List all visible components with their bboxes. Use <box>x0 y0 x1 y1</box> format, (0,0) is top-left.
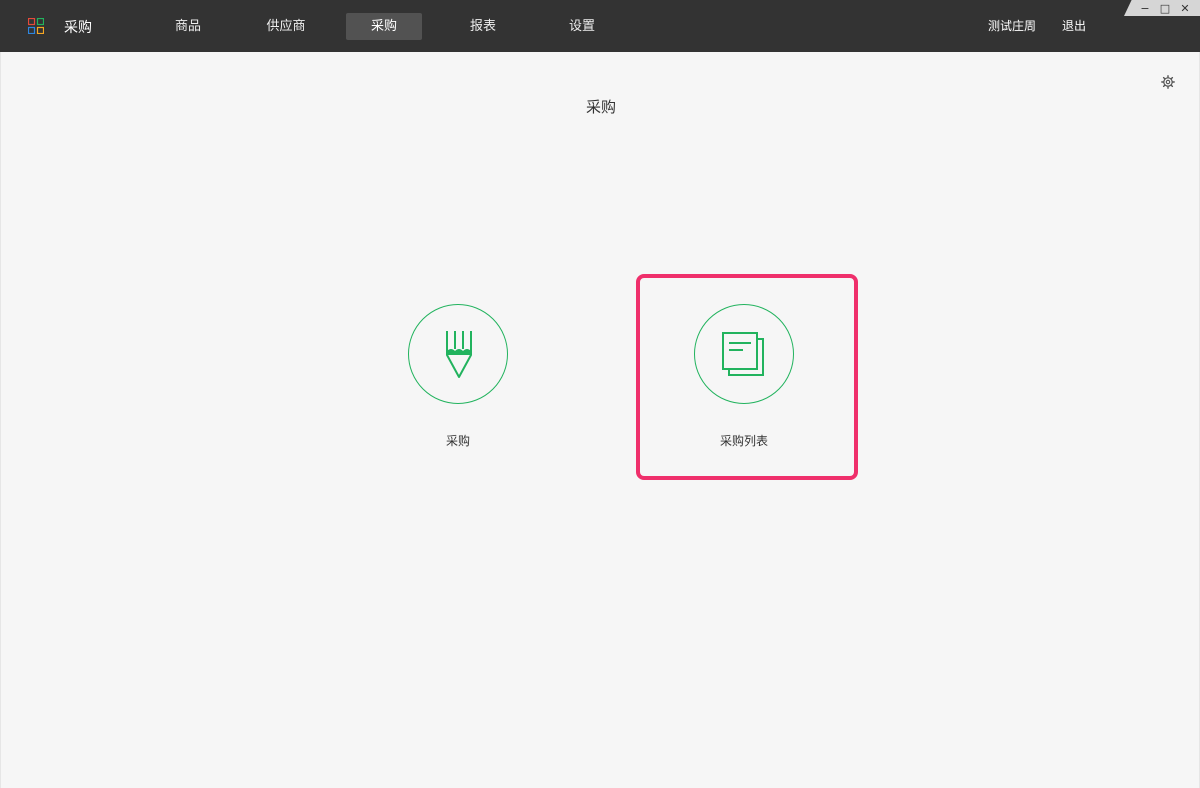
minimize-button[interactable]: − <box>1138 1 1152 15</box>
page-title: 采购 <box>585 98 616 116</box>
nav-item-purchase[interactable]: 采购 <box>346 13 422 40</box>
purchase-card-circle <box>408 304 508 404</box>
main-content: 采购 采购 采购列表 <box>0 52 1200 788</box>
nav-item-reports[interactable]: 报表 <box>445 13 521 40</box>
app-title: 采购 <box>64 20 92 36</box>
purchase-card[interactable]: 采购 <box>348 276 568 476</box>
maximize-button[interactable]: □ <box>1158 1 1172 15</box>
nav-item-products[interactable]: 商品 <box>150 13 226 40</box>
nav-item-suppliers[interactable]: 供应商 <box>248 13 324 40</box>
purchase-list-card-label: 采购列表 <box>719 434 768 448</box>
nav-item-settings[interactable]: 设置 <box>544 13 620 40</box>
purchase-list-card[interactable]: 采购列表 <box>634 276 854 476</box>
top-bar: 采购 商品 供应商 采购 报表 设置 测试庄周 退出 − □ ✕ <box>0 0 1200 52</box>
close-button[interactable]: ✕ <box>1178 1 1192 15</box>
app-logo-icon <box>27 17 45 35</box>
gear-icon[interactable] <box>1161 74 1175 89</box>
purchase-list-card-circle <box>694 304 794 404</box>
window-controls: − □ ✕ <box>1124 0 1200 16</box>
current-user-name[interactable]: 测试庄周 <box>988 17 1036 34</box>
app-window: 采购 商品 供应商 采购 报表 设置 测试庄周 退出 − □ ✕ 采购 采购 采… <box>0 0 1200 788</box>
logout-link[interactable]: 退出 <box>1062 17 1086 34</box>
pencil-icon <box>446 331 472 378</box>
document-list-icon <box>722 332 764 376</box>
purchase-card-label: 采购 <box>445 434 470 448</box>
